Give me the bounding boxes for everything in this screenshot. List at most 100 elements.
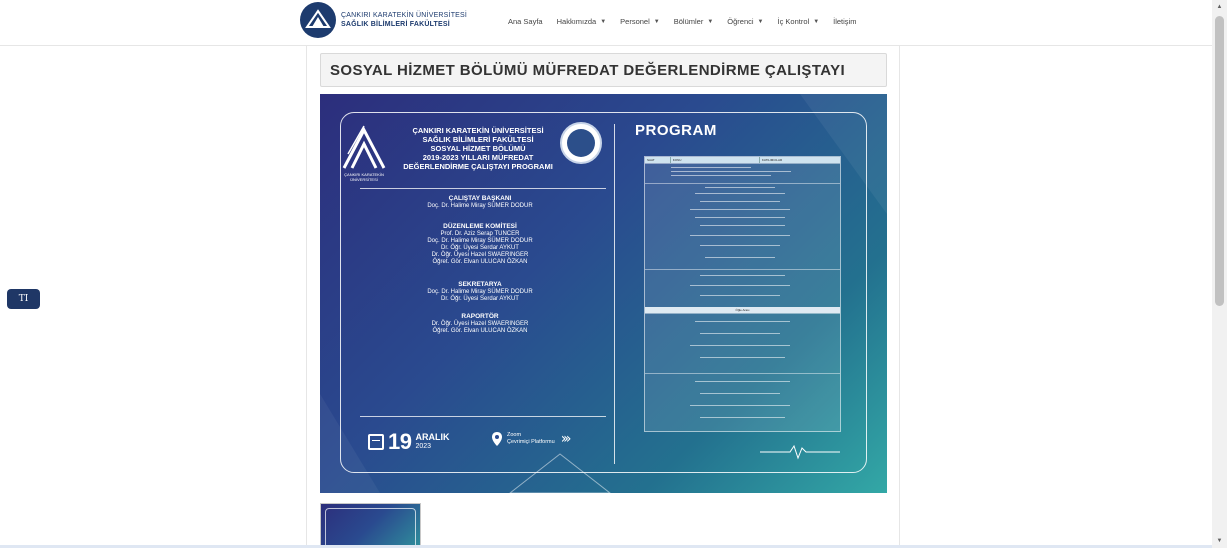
logo-line-1: ÇANKIRI KARATEKİN ÜNİVERSİTESİ [341, 12, 468, 19]
program-text-line [690, 235, 790, 236]
heading-line: SOSYAL HİZMET BÖLÜMÜ [430, 144, 526, 153]
section-title: DÜZENLEME KOMİTESİ [443, 223, 517, 230]
section-line: Dr. Öğr. Üyesi Hazel SWAERINGER [431, 252, 529, 258]
secretariat-block: SEKRETARYA Doç. Dr. Halime Miray SÜMER D… [360, 280, 600, 303]
program-text-line [700, 357, 785, 358]
program-text-line [671, 167, 751, 168]
event-date: 19 ARALIK 2023 [368, 429, 449, 455]
program-table: SAAT KONU KATILIMCILAR Öğle Arası [644, 156, 841, 432]
scroll-up-arrow-icon[interactable]: ▲ [1212, 0, 1227, 14]
chevrons-right-icon: ››› [560, 431, 572, 447]
heading-line: 2019-2023 YILLARI MÜFREDAT [422, 153, 534, 162]
page-scrollbar[interactable]: ▲ ▼ [1212, 0, 1227, 548]
emblem-caption: ÇANKIRI KARATEKİN ÜNİVERSİTESİ [332, 172, 396, 182]
date-day: 19 [388, 429, 412, 454]
program-text-line [690, 345, 790, 346]
program-text-line [690, 209, 790, 210]
program-text-line [705, 257, 775, 258]
section-line: Dr. Öğr. Üyesi Hazel SWAERINGER [431, 321, 529, 327]
program-text-line [700, 393, 780, 394]
scrollbar-thumb[interactable] [1215, 16, 1224, 306]
section-line: Öğret. Gör. Elvan ULUCAN ÖZKAN [432, 259, 528, 265]
program-text-line [700, 275, 785, 276]
nav-hakkimizda[interactable]: Hakkımızda ▼ [557, 17, 607, 26]
nav-label: Personel [620, 17, 650, 26]
logo-line-2: SAĞLIK BİLİMLERİ FAKÜLTESİ [341, 21, 450, 28]
accessibility-button[interactable]: TI [7, 289, 40, 309]
heartbeat-line-icon [760, 444, 840, 460]
nav-label: Bölümler [673, 17, 704, 26]
location-pin-icon [492, 432, 502, 446]
program-text-line [695, 321, 790, 322]
section-line: Öğret. Gör. Elvan ULUCAN ÖZKAN [432, 328, 528, 334]
heading-line: DEĞERLENDİRME ÇALIŞTAYI PROGRAMI [403, 162, 553, 171]
committee-chair-block: ÇALIŞTAY BAŞKANI Doç. Dr. Halime Miray S… [360, 194, 600, 210]
location-line: Zoom [507, 432, 522, 438]
scroll-down-arrow-icon[interactable]: ▼ [1212, 534, 1227, 548]
organizing-committee-block: DÜZENLEME KOMİTESİ Prof. Dr. Aziz Serap … [360, 222, 600, 266]
program-text-line [671, 171, 791, 172]
chevron-down-icon: ▼ [813, 18, 820, 25]
calendar-icon [368, 434, 384, 450]
nav-label: İç Kontrol [777, 17, 810, 26]
program-text-line [700, 417, 785, 418]
poster-heading: ÇANKIRI KARATEKİN ÜNİVERSİTESİ SAĞLIK Bİ… [390, 126, 566, 171]
program-text-line [700, 333, 780, 334]
university-emblem-icon [342, 125, 386, 169]
program-title: PROGRAM [635, 122, 717, 139]
program-text-line [700, 201, 780, 202]
nav-label: İletişim [833, 17, 857, 26]
nav-iletisim[interactable]: İletişim [833, 17, 856, 26]
chevron-down-icon: ▼ [757, 18, 764, 25]
chevron-down-icon: ▼ [707, 18, 714, 25]
program-text-line [695, 193, 785, 194]
program-text-line [690, 405, 790, 406]
event-location: Zoom Çevrimiçi Platformu ››› [492, 431, 572, 447]
program-text-line [705, 187, 775, 188]
date-month-year: ARALIK 2023 [415, 433, 449, 451]
nav-ic-kontrol[interactable]: İç Kontrol ▼ [778, 17, 820, 26]
university-logo-icon [300, 2, 336, 38]
page-title-box: SOSYAL HİZMET BÖLÜMÜ MÜFREDAT DEĞERLENDİ… [320, 53, 887, 87]
section-title: ÇALIŞTAY BAŞKANI [448, 195, 512, 202]
heading-line: SAĞLIK BİLİMLERİ FAKÜLTESİ [422, 135, 534, 144]
poster-rule [360, 188, 606, 189]
poster-rule [360, 416, 606, 417]
nav-ana-sayfa[interactable]: Ana Sayfa [508, 17, 543, 26]
main-menu: Ana Sayfa Hakkımızda ▼ Personel ▼ Bölümler… [508, 17, 870, 26]
program-text-line [700, 295, 780, 296]
section-title: RAPORTÖR [461, 313, 499, 320]
nav-label: Öğrenci [727, 17, 754, 26]
program-text-line [695, 381, 790, 382]
heading-line: ÇANKIRI KARATEKİN ÜNİVERSİTESİ [412, 126, 544, 135]
section-line: Prof. Dr. Aziz Serap TUNCER [440, 231, 520, 237]
logo-text: ÇANKIRI KARATEKİN ÜNİVERSİTESİ SAĞLIK Bİ… [341, 11, 467, 29]
section-line: Dr. Öğr. Üyesi Serdar AYKUT [441, 245, 519, 251]
program-row [645, 163, 840, 183]
program-row [645, 373, 840, 433]
site-logo[interactable]: ÇANKIRI KARATEKİN ÜNİVERSİTESİ SAĞLIK Bİ… [300, 2, 467, 38]
thumbnail-frame [325, 508, 416, 547]
section-line: Doç. Dr. Halime Miray SÜMER DODUR [427, 289, 533, 295]
location-line: Çevrimiçi Platformu [507, 439, 555, 445]
location-text: Zoom Çevrimiçi Platformu [507, 432, 555, 446]
gallery-thumbnail[interactable] [320, 503, 421, 548]
program-text-line [695, 217, 785, 218]
page-title: SOSYAL HİZMET BÖLÜMÜ MÜFREDAT DEĞERLENDİ… [330, 61, 846, 79]
chevron-down-icon: ▼ [600, 18, 607, 25]
chevron-down-icon: ▼ [653, 18, 660, 25]
date-month: ARALIK [415, 432, 450, 442]
section-line: Dr. Öğr. Üyesi Serdar AYKUT [441, 296, 519, 302]
program-text-line [700, 225, 785, 226]
top-navbar: ÇANKIRI KARATEKİN ÜNİVERSİTESİ SAĞLIK Bİ… [0, 0, 1212, 46]
date-year: 2023 [415, 443, 432, 450]
nav-personel[interactable]: Personel ▼ [620, 17, 660, 26]
program-text-line [690, 285, 790, 286]
poster-divider [614, 124, 615, 464]
nav-ogrenci[interactable]: Öğrenci ▼ [727, 17, 763, 26]
emblem-caption-line: ÜNİVERSİTESİ [350, 177, 378, 182]
program-text-line [700, 245, 780, 246]
nav-bolumler[interactable]: Bölümler ▼ [674, 17, 714, 26]
program-row [645, 313, 840, 373]
event-poster[interactable]: ÇANKIRI KARATEKİN ÜNİVERSİTESİ ÇANKIRI K… [320, 94, 887, 493]
